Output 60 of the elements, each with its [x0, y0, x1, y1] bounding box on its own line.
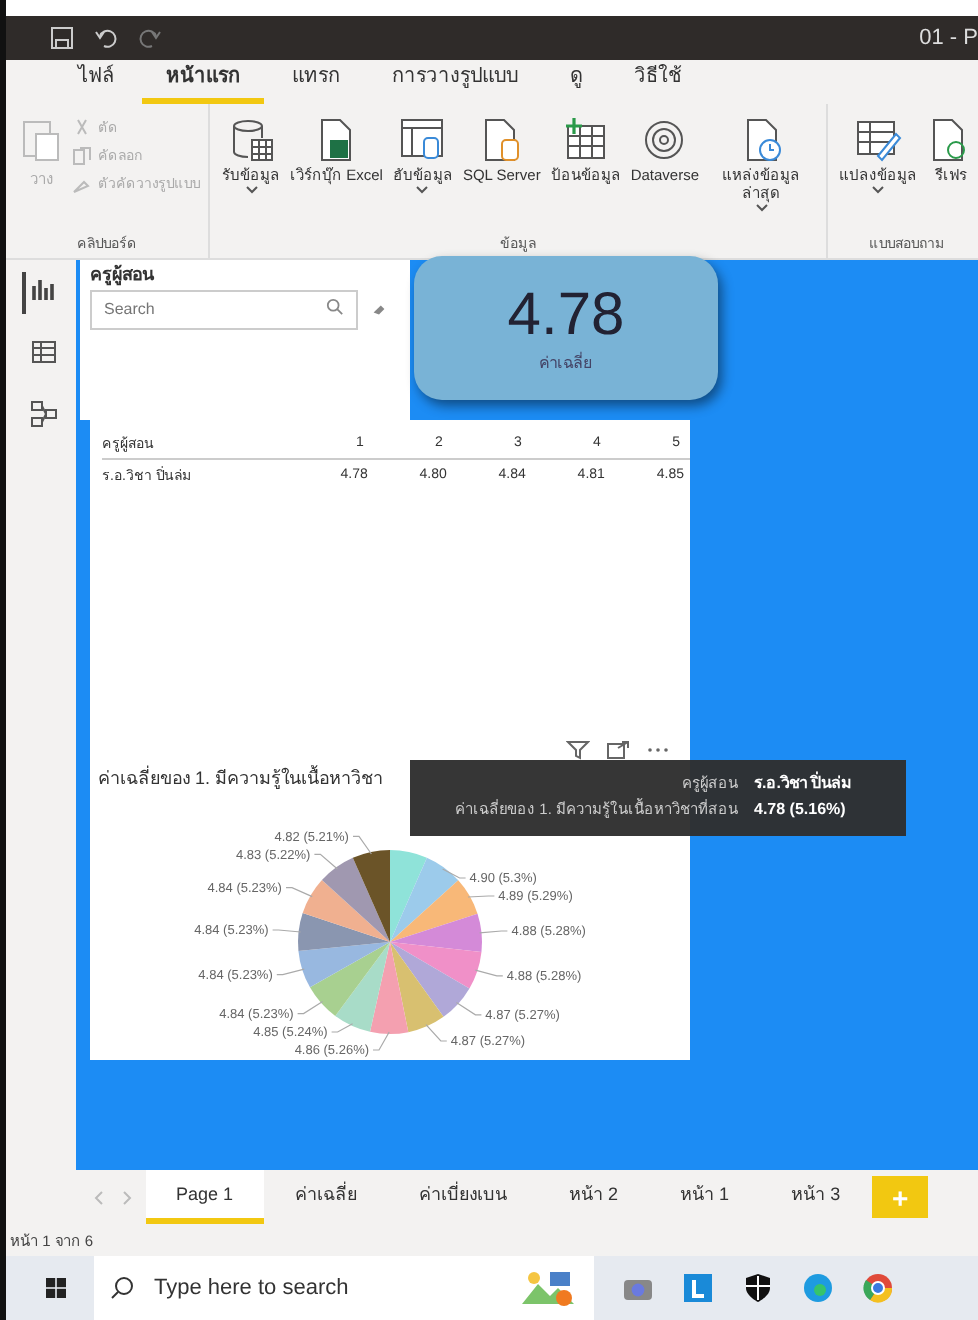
leader-line	[442, 868, 467, 879]
leader-line	[425, 1024, 448, 1042]
tooltip-value: 4.78 (5.16%)	[754, 801, 848, 820]
filter-icon[interactable]	[566, 740, 590, 760]
undo-icon[interactable]	[94, 26, 118, 50]
pie-slice[interactable]	[298, 913, 390, 951]
leader-line	[313, 853, 338, 870]
caret-icon	[245, 186, 257, 194]
pie-slice[interactable]	[298, 942, 390, 988]
leader-line	[479, 930, 508, 934]
leader-line	[467, 895, 495, 898]
leader-line	[331, 1023, 354, 1033]
copy-icon	[72, 145, 92, 165]
pie-slice[interactable]	[335, 942, 390, 1032]
pie-slice[interactable]	[302, 880, 390, 942]
leader-line	[276, 968, 305, 976]
window-database-icon	[398, 116, 447, 164]
weather-icon	[518, 1268, 578, 1308]
shield-icon[interactable]	[742, 1272, 774, 1304]
scissors-icon	[72, 117, 92, 137]
slicer-title: ครูผู้สอน	[90, 262, 156, 288]
leader-line	[285, 887, 313, 898]
menu-tab[interactable]: การวางรูปแบบ	[368, 60, 542, 104]
search-icon	[110, 1276, 134, 1300]
search-icon	[326, 298, 344, 316]
pie-slice[interactable]	[309, 942, 390, 1016]
menu-tab[interactable]: ไฟล์	[54, 60, 138, 104]
table-pencil-icon	[854, 116, 903, 164]
windows-start-icon[interactable]	[46, 1278, 66, 1298]
app-icon[interactable]	[682, 1272, 714, 1304]
pie-slice[interactable]	[352, 850, 390, 942]
caret-icon	[416, 186, 429, 194]
pie-slice[interactable]	[321, 857, 390, 942]
taskbar-search-box[interactable]: Type here to search	[94, 1256, 594, 1320]
leader-line	[297, 1001, 324, 1015]
focus-mode-icon[interactable]	[606, 740, 630, 760]
redo-icon[interactable]	[138, 26, 162, 50]
card-label: ค่าเฉลี่ย	[539, 350, 593, 375]
window-title: 01 - P	[919, 26, 978, 50]
rings-icon	[640, 116, 689, 164]
menu-tab[interactable]: ดู	[546, 60, 606, 104]
browser-icon[interactable]	[802, 1272, 834, 1304]
leader-line	[272, 929, 302, 933]
chrome-icon[interactable]	[862, 1272, 894, 1304]
caret-icon	[872, 186, 885, 194]
caret-icon	[755, 204, 768, 212]
database-table-icon	[227, 116, 275, 164]
leader-line	[352, 835, 372, 855]
card-value: 4.78	[507, 281, 625, 349]
tooltip-value: ร.อ.วิชา ปิ่นล่ม	[754, 776, 854, 794]
page-tab[interactable]: Page 1	[146, 1170, 264, 1224]
save-icon[interactable]	[50, 26, 74, 50]
menu-tab[interactable]: แทรก	[268, 60, 364, 104]
menu-tab[interactable]: วิธีใช้	[610, 60, 706, 104]
table-plus-icon	[561, 116, 610, 164]
leader-line	[474, 969, 504, 977]
search-field[interactable]: Search	[90, 289, 358, 329]
taskbar-search-field[interactable]: Type here to search	[150, 1274, 502, 1302]
leader-line	[455, 1002, 482, 1016]
leader-line	[372, 1031, 390, 1051]
